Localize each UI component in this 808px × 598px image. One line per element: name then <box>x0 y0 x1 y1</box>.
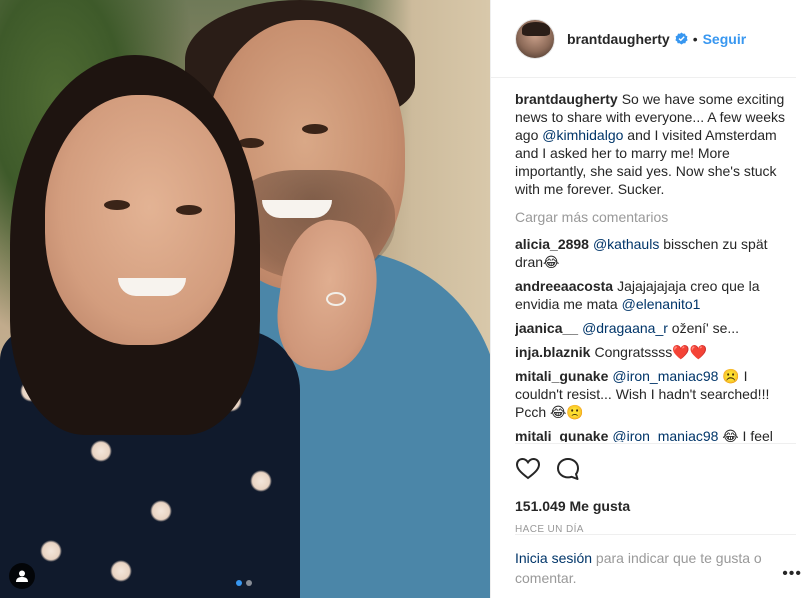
list-item: inja.blaznik Congratssss❤️❤️ <box>515 343 795 361</box>
list-item: mitali_gunake @iron_maniac98 ☹️ I couldn'… <box>515 367 795 421</box>
photo-woman-face <box>45 95 235 345</box>
carousel-dots <box>236 580 252 586</box>
follow-button[interactable]: Seguir <box>703 31 747 47</box>
comment-author[interactable]: inja.blaznik <box>515 344 590 360</box>
photo-engagement-ring <box>326 292 346 306</box>
login-prompt: Inicia sesión para indicar que te gusta … <box>515 534 796 588</box>
load-more-comments-button[interactable]: Cargar más comentarios <box>515 208 795 226</box>
comment-text: Congratssss❤️❤️ <box>594 344 708 360</box>
more-options-icon[interactable]: ••• <box>782 565 802 583</box>
comment-mention[interactable]: @kathauls <box>593 236 659 252</box>
comment-text: ožení' se... <box>667 320 740 336</box>
instagram-post: brantdaugherty • Seguir brantdaugherty So… <box>0 0 808 598</box>
list-item: andreeaacosta Jajajajajaja creo que la en… <box>515 277 795 313</box>
post-actions: 151.049 Me gusta HACE UN DÍA <box>515 443 796 535</box>
comment-author[interactable]: andreeaacosta <box>515 278 613 294</box>
comment-author[interactable]: jaanica__ <box>515 320 578 336</box>
comment-mention[interactable]: @iron_maniac98 <box>612 428 718 442</box>
caption-mention[interactable]: @kimhidalgo <box>542 127 623 143</box>
dress-flower <box>250 470 272 492</box>
dress-flower <box>40 540 62 562</box>
comments-list[interactable]: brantdaugherty So we have some exciting n… <box>515 90 795 442</box>
post-caption: brantdaugherty So we have some exciting n… <box>515 90 795 198</box>
caption-author[interactable]: brantdaugherty <box>515 91 618 107</box>
comment-mention[interactable]: @iron_maniac98 <box>612 368 718 384</box>
list-item: alicia_2898 @kathauls bisschen zu spät dr… <box>515 235 795 271</box>
comment-bubble-icon[interactable] <box>555 456 581 482</box>
login-link[interactable]: Inicia sesión <box>515 550 592 566</box>
comment-text: 😂 I feel <box>718 428 773 442</box>
action-icons <box>515 456 796 482</box>
photo-man-eye-right <box>302 124 328 134</box>
list-item: jaanica__ @dragaana_r ožení' se... <box>515 319 795 337</box>
avatar[interactable] <box>515 18 555 59</box>
user-tag-icon[interactable] <box>9 563 35 589</box>
post-header: brantdaugherty • Seguir <box>491 0 796 78</box>
photo-woman-eye-left <box>104 200 130 210</box>
dress-flower <box>110 560 132 582</box>
verified-badge-icon <box>675 32 688 45</box>
dress-flower <box>150 500 172 522</box>
likes-count[interactable]: 151.049 Me gusta <box>515 498 796 514</box>
photo-man-smile <box>262 200 332 218</box>
comment-author[interactable]: mitali_gunake <box>515 368 608 384</box>
header-separator: • <box>692 30 698 47</box>
heart-icon[interactable] <box>515 456 541 482</box>
comment-mention[interactable]: @dragaana_r <box>582 320 668 336</box>
dress-flower <box>90 440 112 462</box>
post-photo[interactable] <box>0 0 490 598</box>
carousel-dot <box>236 580 242 586</box>
carousel-dot <box>246 580 252 586</box>
photo-woman-eye-right <box>176 205 202 215</box>
list-item: mitali_gunake @iron_maniac98 😂 I feel <box>515 427 795 442</box>
comment-mention[interactable]: @elenanito1 <box>622 296 701 312</box>
comment-author[interactable]: alicia_2898 <box>515 236 589 252</box>
photo-woman-smile <box>118 278 186 296</box>
comment-author[interactable]: mitali_gunake <box>515 428 608 442</box>
header-username[interactable]: brantdaugherty <box>567 31 670 47</box>
post-side-panel: brantdaugherty • Seguir brantdaugherty So… <box>490 0 808 598</box>
